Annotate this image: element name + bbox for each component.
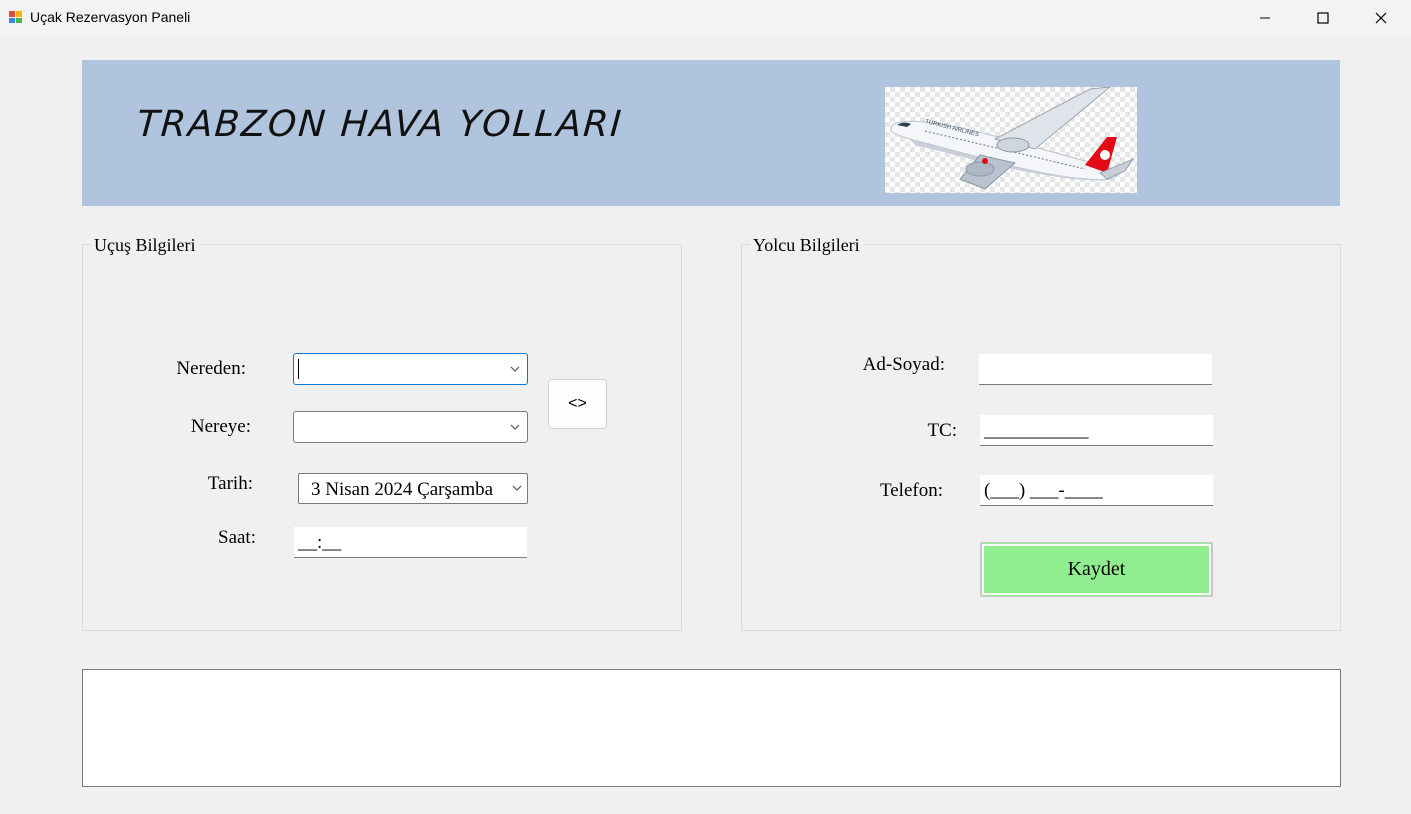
- airplane-image: TURKISH AIRLINES: [885, 86, 1137, 193]
- output-textbox[interactable]: [82, 669, 1341, 787]
- airplane-icon: TURKISH AIRLINES: [890, 86, 1135, 190]
- date-label: Tarih:: [207, 473, 253, 494]
- chevron-down-icon[interactable]: [511, 482, 523, 494]
- date-picker[interactable]: 3 Nisan 2024 Çarşamba: [298, 473, 528, 504]
- passenger-info-legend: Yolcu Bilgileri: [750, 235, 863, 256]
- chevron-down-icon[interactable]: [509, 363, 521, 375]
- app-icon: [8, 9, 24, 25]
- save-button[interactable]: Kaydet: [980, 542, 1213, 597]
- minimize-icon: [1260, 17, 1270, 19]
- title-bar: Uçak Rezervasyon Paneli: [0, 0, 1411, 36]
- phone-value: (___) ___-____: [984, 480, 1103, 501]
- header-banner: TRABZON HAVA YOLLARI TURKISH AIRLINES: [82, 60, 1340, 206]
- tc-value: ___________: [984, 420, 1089, 441]
- name-input[interactable]: [979, 354, 1212, 385]
- swap-button[interactable]: <>: [548, 379, 607, 429]
- to-combobox[interactable]: [293, 411, 528, 443]
- time-masked-input[interactable]: __:__: [294, 527, 527, 558]
- phone-label: Telefon:: [879, 480, 943, 501]
- time-label: Saat:: [218, 527, 256, 548]
- time-value: __:__: [298, 532, 342, 553]
- close-icon: [1375, 12, 1387, 24]
- to-label: Nereye:: [190, 416, 251, 437]
- tc-label: TC:: [927, 420, 957, 441]
- close-button[interactable]: [1352, 0, 1410, 36]
- date-value: 3 Nisan 2024 Çarşamba: [311, 479, 494, 500]
- minimize-button[interactable]: [1236, 0, 1294, 36]
- airline-title: TRABZON HAVA YOLLARI: [135, 104, 625, 145]
- from-label: Nereden:: [176, 358, 246, 379]
- maximize-icon: [1317, 12, 1329, 24]
- phone-masked-input[interactable]: (___) ___-____: [980, 475, 1213, 506]
- flight-info-legend: Uçuş Bilgileri: [91, 235, 199, 256]
- from-combobox[interactable]: [293, 353, 528, 385]
- name-label: Ad-Soyad:: [862, 354, 945, 375]
- text-caret: [298, 359, 299, 379]
- chevron-down-icon[interactable]: [509, 421, 521, 433]
- maximize-button[interactable]: [1294, 0, 1352, 36]
- tc-masked-input[interactable]: ___________: [980, 415, 1213, 446]
- window-title: Uçak Rezervasyon Paneli: [30, 9, 191, 25]
